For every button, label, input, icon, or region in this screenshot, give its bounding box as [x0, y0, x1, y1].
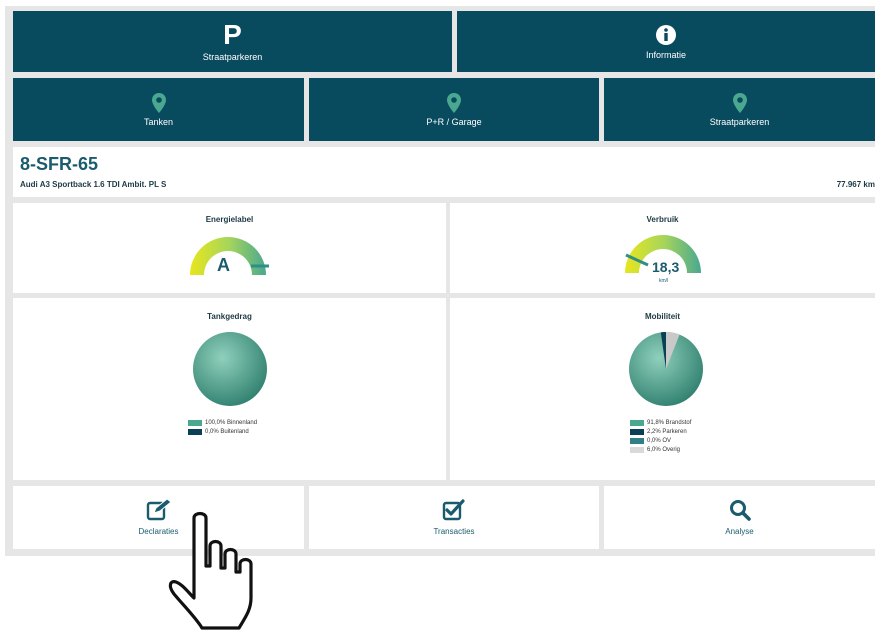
mobiliteit-panel: Mobiliteit 91,8% Brandstof 2,2% Parkeren… [450, 298, 875, 480]
tankgedrag-pie [193, 332, 267, 406]
legend-label: 100,0% Binnenland [205, 419, 258, 426]
verbruik-panel: Verbruik 18,3 km/l [450, 203, 875, 293]
legend-swatch [630, 446, 644, 453]
tile-label: Straatparkeren [709, 116, 770, 127]
tile-transacties[interactable]: Transacties [309, 486, 599, 549]
tile-label: Tanken [143, 116, 174, 127]
tile-straatparkeren-top[interactable]: P Straatparkeren [13, 11, 452, 72]
tankgedrag-panel: Tankgedrag 100,0% Binnenland 0,0% Buiten… [13, 298, 446, 480]
tile-label: Informatie [645, 49, 687, 60]
energy-gauge [190, 237, 269, 275]
legend-label: 6,0% Overig [647, 446, 681, 453]
legend-swatch [630, 428, 644, 435]
panel-title: Tankgedrag [207, 312, 252, 321]
vehicle-panel [13, 147, 875, 197]
legend-label: 91,8% Brandstof [647, 419, 692, 426]
search-icon [729, 500, 751, 521]
panel-title: Mobiliteit [644, 312, 681, 321]
info-icon [656, 24, 676, 45]
license-plate: 8-SFR-65 [20, 154, 99, 174]
energielabel-panel: Energielabel A [13, 203, 446, 293]
tile-pr-garage[interactable]: P+R / Garage [309, 78, 599, 141]
legend-swatch [630, 437, 644, 444]
energy-label-value: A [217, 255, 230, 275]
parking-icon: P [223, 18, 242, 50]
panel-title: Verbruik [646, 215, 679, 224]
hand-pointer-icon [168, 511, 253, 630]
tile-tanken[interactable]: Tanken [13, 78, 304, 141]
vehicle-model: Audi A3 Sportback 1.6 TDI Ambit. PL S [20, 180, 167, 189]
mobiliteit-legend: 91,8% Brandstof 2,2% Parkeren 0,0% OV 6,… [630, 418, 691, 454]
consumption-unit: km/l [659, 278, 669, 284]
tile-straatparkeren[interactable]: Straatparkeren [604, 78, 875, 141]
legend-item: 0,0% Buitenland [188, 427, 257, 436]
checkbox-icon [442, 499, 465, 521]
legend-swatch [188, 419, 202, 426]
tile-label: Analyse [725, 527, 754, 536]
legend-label: 0,0% OV [647, 437, 672, 444]
map-pin-icon [447, 92, 461, 113]
tile-analyse[interactable]: Analyse [604, 486, 875, 549]
legend-item: 91,8% Brandstof [630, 418, 691, 427]
tile-label: Transacties [433, 527, 475, 536]
consumption-value: 18,3 [652, 259, 680, 275]
legend-item: 100,0% Binnenland [188, 418, 257, 427]
tile-label: Straatparkeren [202, 51, 263, 62]
tankgedrag-legend: 100,0% Binnenland 0,0% Buitenland [188, 418, 257, 436]
vehicle-mileage: 77.967 km [836, 180, 875, 189]
legend-label: 2,2% Parkeren [647, 428, 687, 435]
map-pin-icon [732, 92, 747, 113]
legend-item: 2,2% Parkeren [630, 427, 691, 436]
legend-swatch [188, 428, 202, 435]
legend-item: 6,0% Overig [630, 445, 691, 454]
legend-label: 0,0% Buitenland [205, 428, 249, 435]
mobiliteit-pie [629, 332, 703, 406]
tile-label: P+R / Garage [426, 116, 482, 127]
panel-title: Energielabel [205, 215, 254, 224]
pie-slice-binnenland [193, 332, 267, 406]
legend-item: 0,0% OV [630, 436, 691, 445]
tile-informatie[interactable]: Informatie [457, 11, 875, 72]
map-pin-icon [151, 92, 166, 113]
legend-swatch [630, 419, 644, 426]
